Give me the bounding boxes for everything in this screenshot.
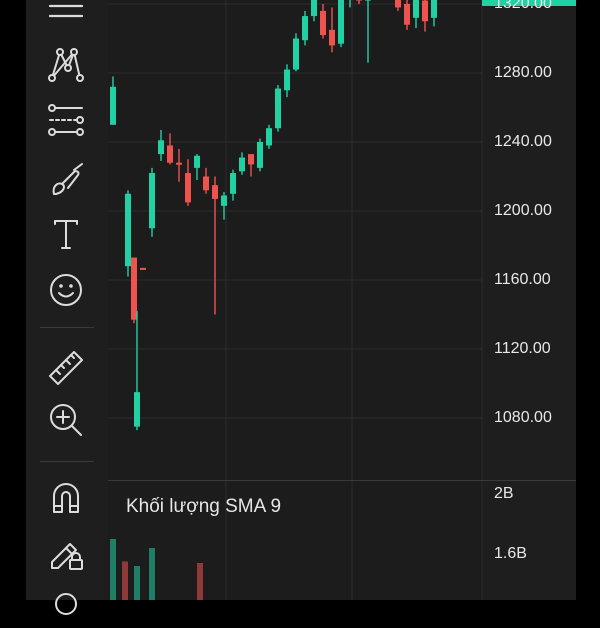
candle-body — [230, 173, 236, 194]
candle-body — [158, 140, 164, 155]
toolbar-separator — [40, 461, 94, 462]
volume-bar — [149, 548, 155, 600]
tool-zoom-in[interactable] — [40, 398, 92, 442]
candle-body — [422, 0, 428, 22]
zoom-in-icon — [50, 404, 82, 436]
price-label-1080: 1080.00 — [494, 409, 552, 426]
candle-body — [221, 195, 227, 206]
tool-pattern[interactable] — [40, 42, 92, 86]
screen-bezel-right — [576, 0, 600, 600]
candle-body — [185, 173, 191, 203]
candle-body — [176, 162, 182, 165]
brush-icon — [52, 163, 83, 195]
volume-bar — [134, 566, 140, 600]
text-icon — [54, 220, 78, 249]
candle-body — [320, 10, 326, 36]
chart-app: 1320.00 1280.00 1240.00 1200.00 1160.00 … — [0, 0, 600, 615]
tool-magnet[interactable] — [40, 476, 92, 520]
tool-brush[interactable] — [40, 158, 92, 202]
price-label-1160: 1160.00 — [494, 271, 551, 288]
candle-body — [212, 185, 218, 199]
tool-ruler[interactable] — [40, 344, 92, 388]
candle-body — [284, 69, 290, 91]
volume-bar — [197, 563, 203, 600]
lock-drawings-icon — [51, 543, 83, 570]
ruler-icon — [49, 351, 83, 385]
candle-body — [356, 0, 362, 1]
tool-trend-line[interactable] — [40, 0, 92, 34]
price-label-1240: 1240.00 — [494, 133, 552, 150]
emoji-icon — [50, 274, 82, 306]
candle-body — [395, 0, 401, 8]
tool-fib-retracement[interactable] — [40, 98, 92, 142]
candle-body — [413, 0, 419, 18]
tool-lock-drawings[interactable] — [40, 530, 92, 574]
pane-divider[interactable] — [108, 480, 576, 481]
fib-retracement-icon — [48, 104, 84, 136]
tool-more[interactable] — [40, 584, 92, 628]
candle-body — [134, 392, 140, 427]
candle-body — [125, 193, 131, 267]
candle-body — [239, 157, 245, 172]
candle-body — [167, 145, 173, 163]
volume-bar — [122, 561, 128, 600]
candle-body — [431, 0, 437, 18]
candle-body — [338, 0, 344, 44]
tool-emoji[interactable] — [40, 268, 92, 312]
pattern-icon — [48, 48, 84, 82]
volume-label-2b: 2B — [494, 485, 514, 502]
candle-body — [275, 88, 281, 129]
candle-body — [248, 154, 254, 165]
price-label-1120: 1120.00 — [494, 340, 551, 357]
candle-body — [293, 38, 299, 70]
candle-body — [311, 0, 317, 17]
volume-label-1-6b: 1.6B — [494, 545, 527, 562]
candle-body — [329, 29, 335, 46]
volume-bar — [110, 539, 116, 600]
candle-body — [257, 142, 263, 168]
price-label-1200: 1200.00 — [494, 202, 552, 219]
candle-body — [302, 16, 308, 41]
candle-body — [266, 128, 272, 146]
candle-body — [110, 86, 116, 125]
candle-body — [404, 4, 410, 25]
screen-bezel-left — [0, 0, 26, 600]
tool-text[interactable] — [40, 212, 92, 256]
volume-indicator-title[interactable]: Khối lượng SMA 9 — [126, 496, 281, 518]
price-label-1320: 1320.00 — [494, 0, 552, 12]
candle-body — [131, 257, 137, 320]
magnet-icon — [53, 483, 79, 513]
candle-body — [365, 0, 371, 1]
candle-body — [194, 155, 200, 168]
candle-body — [140, 267, 146, 270]
candle-body — [203, 176, 209, 191]
more-icon — [55, 593, 77, 615]
trend-line-icon — [48, 4, 84, 18]
price-label-1280: 1280.00 — [494, 64, 552, 81]
candle-body — [149, 173, 155, 229]
toolbar-separator — [40, 327, 94, 328]
